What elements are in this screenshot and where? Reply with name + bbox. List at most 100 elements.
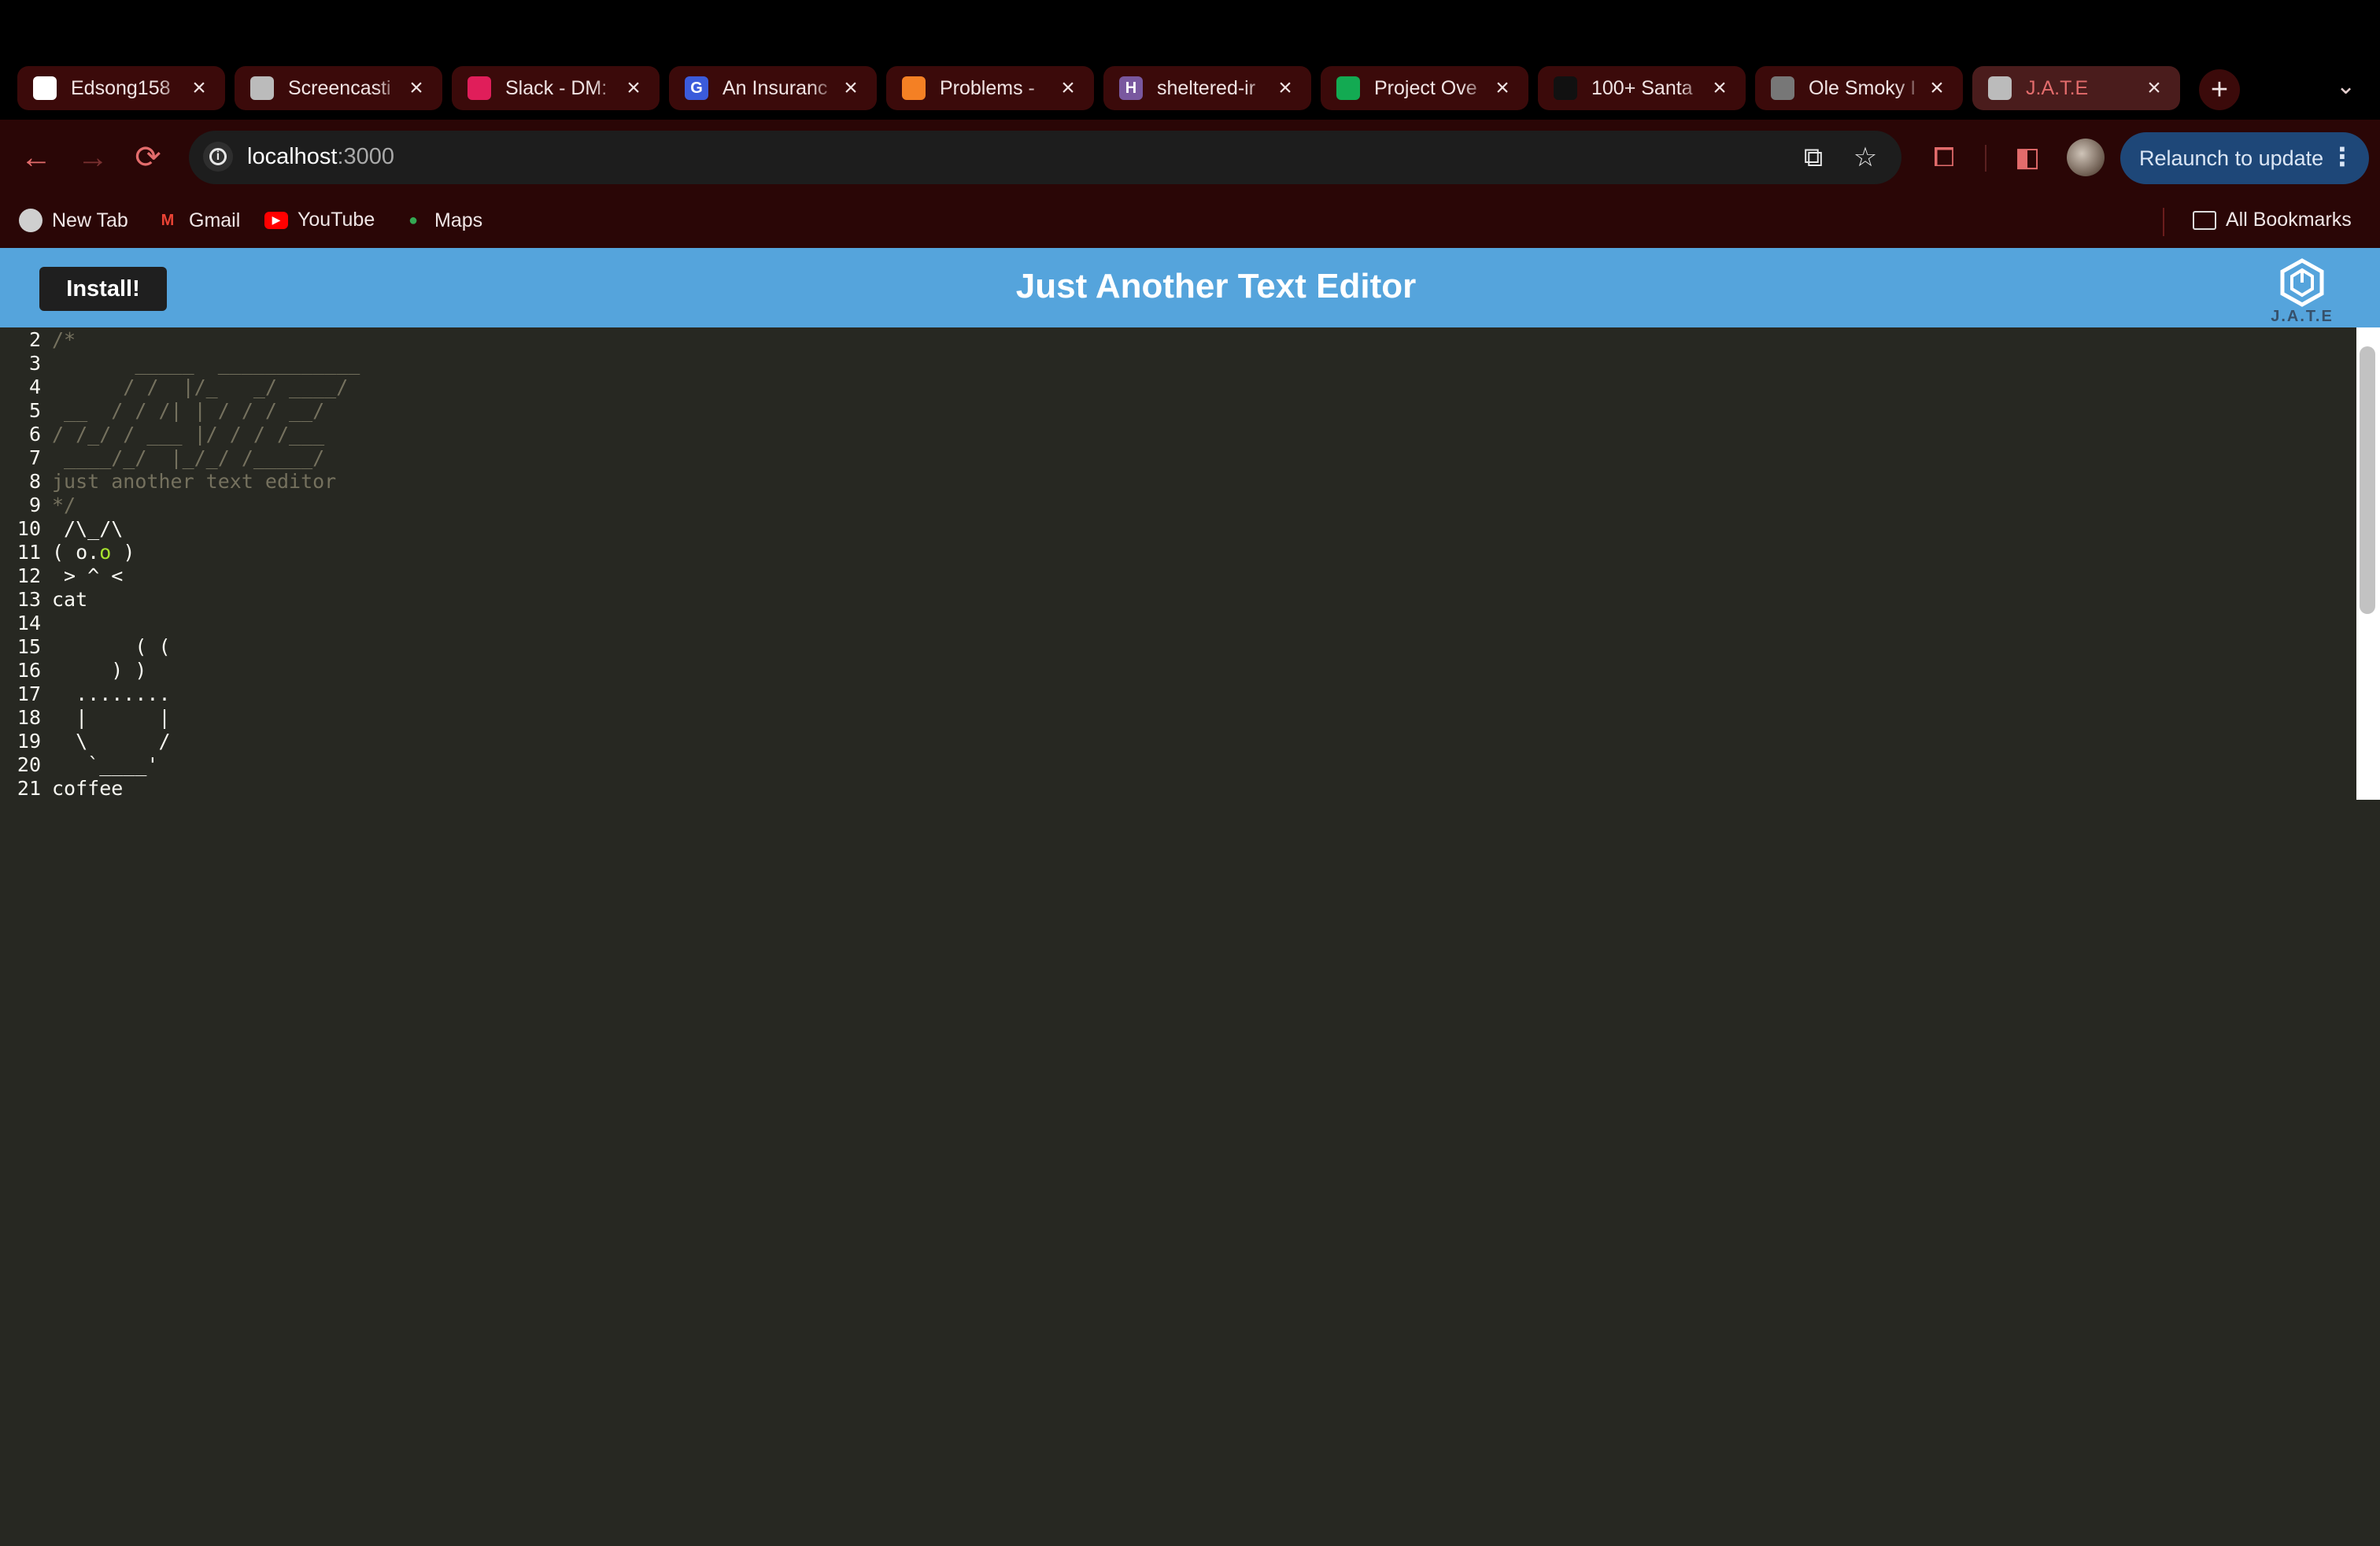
bookmark-item[interactable]: ● Maps [401, 209, 482, 232]
line-number: 21 [17, 777, 41, 800]
bookmark-label: Gmail [189, 209, 241, 231]
code-text: cat [52, 588, 88, 611]
code-text: > ^ < [52, 564, 124, 587]
line-code: /* [52, 328, 76, 352]
youtube-icon: ▶ [264, 211, 288, 229]
line-number: 14 [17, 612, 41, 634]
toolbar-divider [1985, 145, 1986, 172]
line-number: 15 [17, 635, 41, 658]
line-number: 17 [17, 682, 41, 705]
code-text: just another text editor [52, 470, 337, 493]
globe-icon [250, 76, 274, 100]
line-code: __ / / /| | / / / __/ [52, 399, 324, 423]
line-number: 4 [28, 375, 41, 398]
tab-close-icon[interactable]: × [405, 76, 428, 100]
browser-tab[interactable]: Ole Smoky I × [1755, 66, 1963, 110]
line-number: 18 [17, 706, 41, 729]
bookmark-star-icon[interactable]: ☆ [1850, 142, 1881, 173]
github-icon [33, 76, 57, 100]
tab-strip: Edsong158 × Screencasti × Slack - DM: × G An In… [0, 66, 2380, 113]
browser-tab[interactable]: 100+ Santa × [1538, 66, 1746, 110]
tab-search-chevron-icon[interactable]: ⌄ [2336, 72, 2356, 100]
tab-close-icon[interactable]: × [1708, 76, 1731, 100]
app-header: Install! Just Another Text Editor J.A.T.… [0, 248, 2380, 327]
line-number: 7 [28, 446, 41, 469]
tab-title: 100+ Santa [1591, 76, 1693, 99]
tab-close-icon[interactable]: × [839, 76, 863, 100]
relaunch-to-update-button[interactable]: Relaunch to update ⋮ [2120, 132, 2369, 184]
line-number: 3 [28, 352, 41, 375]
kebab-menu-icon[interactable]: ⋮ [2330, 142, 2355, 172]
line-number: 13 [17, 588, 41, 611]
line-number: 8 [28, 470, 41, 493]
browser-tab[interactable]: Slack - DM: × [452, 66, 660, 110]
line-code: ) ) [52, 659, 146, 682]
code-editor[interactable]: 2 /* 3 _____ ____________ 4 / / |/_ _/ ____… [0, 327, 2356, 800]
line-code: \ / [52, 730, 170, 753]
new-tab-button[interactable]: + [2199, 69, 2240, 110]
code-text: / /_/ / ___ |/ / / /___ [52, 423, 325, 446]
profile-avatar[interactable] [2067, 139, 2105, 176]
url-text[interactable]: localhost:3000 [247, 144, 394, 170]
bookmarks-divider [2163, 208, 2164, 236]
editor-scrollbar-thumb[interactable] [2360, 346, 2375, 614]
ole-smoky-icon [1771, 76, 1794, 100]
line-code: coffee [52, 777, 123, 801]
line-code: ( o.o ) [52, 541, 135, 564]
tab-title: Ole Smoky I [1809, 76, 1916, 99]
tab-title: Edsong158 [71, 76, 171, 99]
code-text: /* [52, 328, 76, 351]
bookmark-item[interactable]: New Tab [19, 209, 128, 232]
reload-icon[interactable]: ⟳ [128, 137, 168, 178]
address-bar[interactable]: i localhost:3000 ⧉ ☆ [189, 131, 1901, 184]
browser-tab[interactable]: Hsheltered-ir × [1103, 66, 1311, 110]
tab-title: Project Ove [1374, 76, 1477, 99]
back-arrow-icon[interactable]: ← [16, 137, 57, 178]
line-number: 19 [17, 730, 41, 753]
code-text: coffee [52, 777, 124, 800]
line-number: 10 [17, 517, 41, 540]
code-text: | | [52, 706, 171, 729]
extensions-puzzle-icon[interactable]: ⧠ [1927, 140, 1961, 175]
gmail-icon: M [161, 211, 175, 229]
tab-title: Problems - [940, 76, 1035, 99]
browser-tab[interactable]: Project Ove × [1321, 66, 1528, 110]
all-bookmarks-button[interactable]: All Bookmarks [2193, 209, 2352, 231]
heroku-icon: H [1119, 76, 1143, 100]
tab-close-icon[interactable]: × [187, 76, 211, 100]
slack-icon [468, 76, 491, 100]
browser-tab[interactable]: Edsong158 × [17, 66, 225, 110]
browser-tab[interactable]: Screencasti × [235, 66, 442, 110]
relaunch-label: Relaunch to update [2139, 146, 2324, 170]
browser-tab[interactable]: G An Insuranc × [669, 66, 877, 110]
mongodb-leaf-icon [1336, 76, 1360, 100]
bookmark-label: New Tab [52, 209, 128, 231]
open-in-app-icon[interactable]: ⧉ [1798, 142, 1829, 173]
line-code: _____ ____________ [52, 352, 360, 375]
browser-tab[interactable]: Problems - × [886, 66, 1094, 110]
unsplash-icon [1554, 76, 1577, 100]
tab-close-icon[interactable]: × [1491, 76, 1514, 100]
forward-arrow-icon[interactable]: → [72, 137, 113, 178]
bookmark-label: YouTube [298, 209, 375, 231]
code-text: ( ( [52, 635, 171, 658]
tab-close-icon[interactable]: × [1925, 76, 1949, 100]
bookmark-item[interactable]: M Gmail [156, 209, 241, 232]
browser-tab[interactable]: J.A.T.E × [1972, 66, 2180, 110]
line-number: 9 [28, 494, 41, 516]
code-text: __ / / /| | / / / __/ [52, 399, 325, 422]
line-code: */ [52, 494, 76, 517]
bookmark-item[interactable]: ▶ YouTube [264, 209, 375, 231]
side-panel-icon[interactable]: ◧ [2010, 140, 2045, 175]
tab-close-icon[interactable]: × [1056, 76, 1080, 100]
line-code: cat [52, 588, 87, 612]
browser-chrome: Edsong158 × Screencasti × Slack - DM: × G An In… [0, 0, 2380, 248]
globe-icon [1988, 76, 2012, 100]
tab-close-icon[interactable]: × [1273, 76, 1297, 100]
logo-text: J.A.T.E [2271, 308, 2334, 325]
tab-close-icon[interactable]: × [622, 76, 645, 100]
line-number: 11 [17, 541, 41, 564]
tab-close-icon[interactable]: × [2142, 76, 2166, 100]
line-code: just another text editor [52, 470, 336, 494]
site-info-icon[interactable]: i [203, 142, 233, 172]
